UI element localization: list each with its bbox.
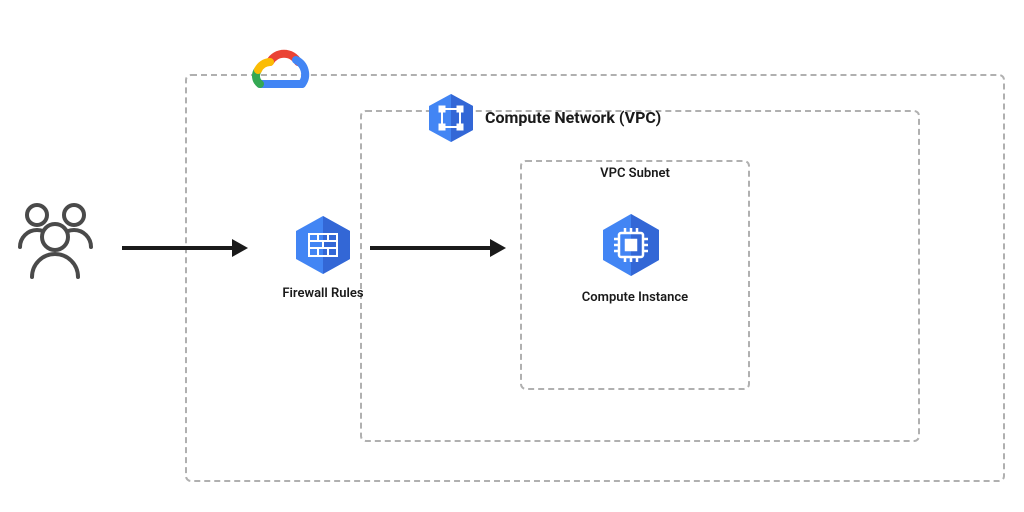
arrow-firewall-to-compute (368, 236, 508, 260)
arrow-users-to-firewall (120, 236, 250, 260)
firewall-hexagon (292, 214, 354, 276)
subnet-label: VPC Subnet (520, 166, 750, 181)
vpc-label: Compute Network (VPC) (485, 108, 705, 127)
vpc-hexagon (425, 92, 477, 144)
diagram-canvas: Firewall Rules Compute (0, 0, 1024, 512)
google-cloud-logo-icon (240, 40, 320, 100)
compute-hexagon (598, 212, 664, 278)
compute-label: Compute Instance (555, 290, 715, 305)
firewall-label: Firewall Rules (262, 286, 384, 301)
users-icon (12, 195, 102, 285)
